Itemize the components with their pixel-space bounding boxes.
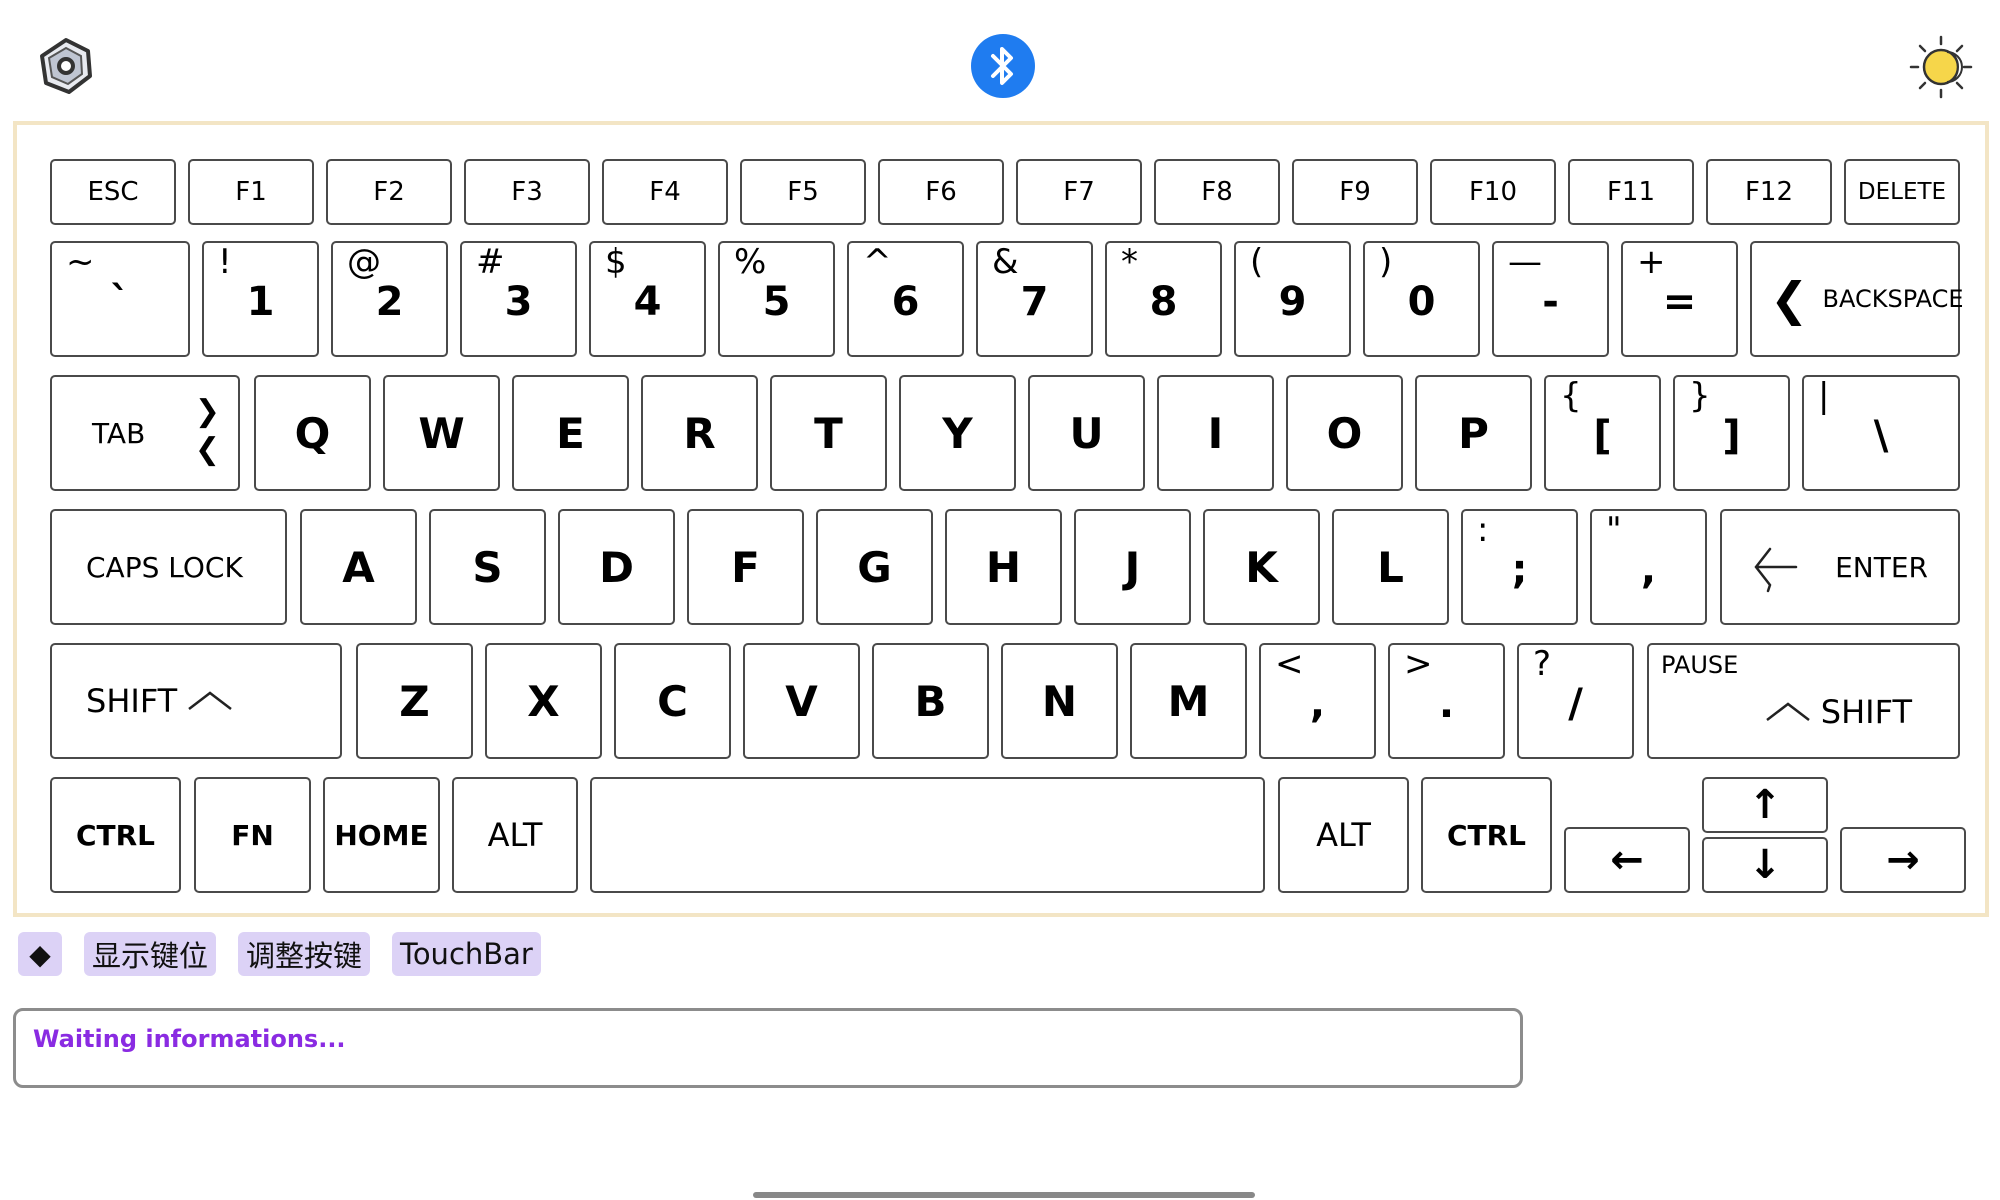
key-arrow-left[interactable]: ← [1564,827,1690,893]
diamond-icon: ◆ [29,937,51,971]
key-g[interactable]: G [816,509,933,625]
key-slash[interactable]: ? / [1517,643,1634,759]
key-shift-right[interactable]: PAUSE SHIFT [1647,643,1960,759]
key-a[interactable]: A [300,509,417,625]
key-alt-right[interactable]: ALT [1278,777,1409,893]
key-b[interactable]: B [872,643,989,759]
enter-arrow-icon [1754,547,1798,593]
show-keys-button[interactable]: 显示键位 [84,932,217,976]
key-equals[interactable]: + = [1621,241,1738,357]
key-f3[interactable]: F3 [464,159,590,225]
key-comma[interactable]: <, [1259,643,1376,759]
adjust-keys-button[interactable]: 调整按键 [238,932,371,976]
key-fn[interactable]: FN [194,777,311,893]
key-5[interactable]: % 5 [718,241,835,357]
status-box: Waiting informations... [13,1008,1523,1088]
key-n[interactable]: N [1001,643,1118,759]
key-f7[interactable]: F7 [1016,159,1142,225]
key-z[interactable]: Z [356,643,473,759]
key-f9[interactable]: F9 [1292,159,1418,225]
key-f4[interactable]: F4 [602,159,728,225]
key-tab[interactable]: TAB ❯ ❮ [50,375,240,491]
key-p[interactable]: P [1415,375,1532,491]
key-enter[interactable]: ENTER [1720,509,1960,625]
key-ctrl-left[interactable]: CTRL [50,777,181,893]
key-d[interactable]: D [558,509,675,625]
key-f11[interactable]: F11 [1568,159,1694,225]
key-caps-lock[interactable]: CAPS LOCK [50,509,287,625]
touchbar-button[interactable]: TouchBar [392,932,541,976]
key-4[interactable]: $4 [589,241,706,357]
diamond-toggle[interactable]: ◆ [18,932,62,976]
key-j[interactable]: J [1074,509,1191,625]
key-f5[interactable]: F5 [740,159,866,225]
sun-moon-icon [1909,35,1973,99]
key-f[interactable]: F [687,509,804,625]
tab-chevrons-icon: ❯ ❮ [194,394,220,467]
key-shift-left[interactable]: SHIFT [50,643,342,759]
key-k[interactable]: K [1203,509,1320,625]
key-7[interactable]: & 7 [976,241,1093,357]
key-x[interactable]: X [485,643,602,759]
key-space[interactable] [590,777,1265,893]
key-u[interactable]: U [1028,375,1145,491]
key-3[interactable]: #3 [460,241,577,357]
key-c[interactable]: C [614,643,731,759]
key-h[interactable]: H [945,509,1062,625]
key-f2[interactable]: F2 [326,159,452,225]
key-bracket-left[interactable]: {[ [1544,375,1661,491]
key-delete[interactable]: DELETE [1844,159,1960,225]
key-r[interactable]: R [641,375,758,491]
key-f1[interactable]: F1 [188,159,314,225]
key-y[interactable]: Y [899,375,1016,491]
key-backspace[interactable]: ❮ BACKSPACE [1750,241,1964,357]
key-6[interactable]: ^ 6 [847,241,964,357]
key-f6[interactable]: F6 [878,159,1004,225]
key-s[interactable]: S [429,509,546,625]
key-e[interactable]: E [512,375,629,491]
home-indicator[interactable] [753,1192,1255,1198]
key-f10[interactable]: F10 [1430,159,1556,225]
key-q[interactable]: Q [254,375,371,491]
mode-chip-bar: ◆ 显示键位 调整按键 TouchBar [18,932,541,976]
key-1[interactable]: ! 1 [202,241,319,357]
key-f8[interactable]: F8 [1154,159,1280,225]
theme-toggle[interactable] [1906,32,1976,102]
key-8[interactable]: * 8 [1105,241,1222,357]
key-t[interactable]: T [770,375,887,491]
key-ctrl-right[interactable]: CTRL [1421,777,1552,893]
key-o[interactable]: O [1286,375,1403,491]
key-v[interactable]: V [743,643,860,759]
key-0[interactable]: ) 0 [1363,241,1480,357]
key-i[interactable]: I [1157,375,1274,491]
key-l[interactable]: L [1332,509,1449,625]
key-2[interactable]: @2 [331,241,448,357]
hexagon-nut-icon [40,38,92,94]
key-home[interactable]: HOME [323,777,440,893]
key-arrow-down[interactable]: ↓ [1702,837,1828,893]
keyboard-frame: ESC F1 F2 F3 F4 F5 F6 F7 F8 F9 F10 F11 F… [13,121,1989,917]
settings-icon[interactable] [34,34,98,98]
status-text: Waiting informations... [33,1025,346,1053]
key-arrow-right[interactable]: → [1840,827,1966,893]
key-alt-left[interactable]: ALT [452,777,578,893]
key-backslash[interactable]: | \ [1802,375,1960,491]
key-9[interactable]: (9 [1234,241,1351,357]
key-period[interactable]: >. [1388,643,1505,759]
key-minus[interactable]: — - [1492,241,1609,357]
key-bracket-right[interactable]: }] [1673,375,1790,491]
bluetooth-button[interactable] [971,34,1035,98]
backspace-chevron-icon: ❮ [1770,272,1809,326]
key-w[interactable]: W [383,375,500,491]
key-f12[interactable]: F12 [1706,159,1832,225]
key-esc[interactable]: ESC [50,159,176,225]
key-backtick[interactable]: ~ ` [50,241,190,357]
bluetooth-icon [991,47,1013,85]
key-semicolon[interactable]: :; [1461,509,1578,625]
key-arrow-up[interactable]: ↑ [1702,777,1828,833]
key-m[interactable]: M [1130,643,1247,759]
key-quote[interactable]: ", [1590,509,1707,625]
shift-caret-icon [1766,702,1810,721]
shift-caret-icon [188,691,232,710]
